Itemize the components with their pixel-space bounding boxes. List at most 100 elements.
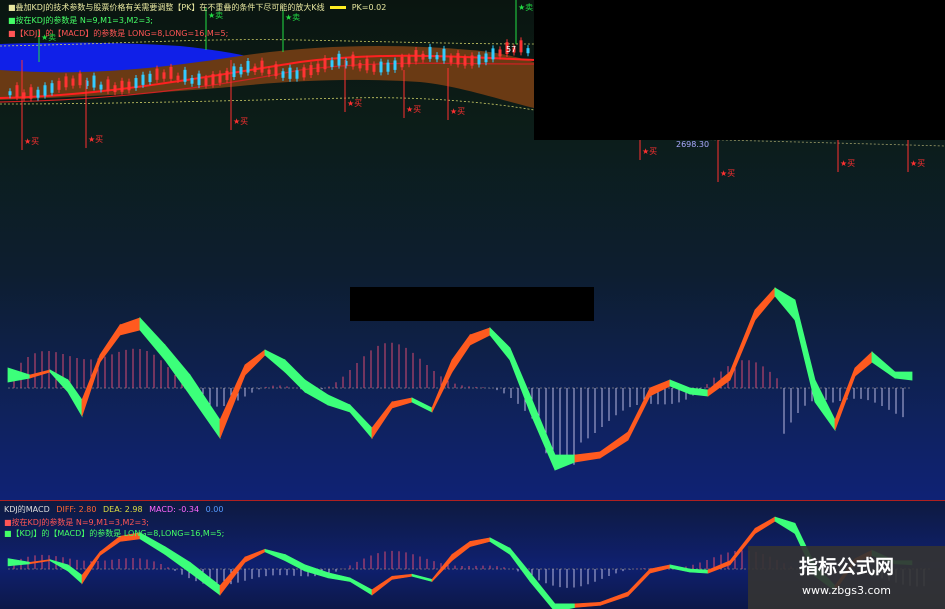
lower-legend-line-2: ■【KDJ】的【MACD】的参数是 LONG=8,LONG=16,M=5; [4, 529, 225, 538]
ribbon-segment [599, 591, 629, 606]
candle [386, 62, 390, 72]
candle [176, 75, 180, 80]
ribbon-segment [649, 564, 671, 574]
candle [78, 73, 82, 86]
candle [99, 84, 103, 90]
candle [106, 79, 110, 92]
candle [526, 48, 530, 54]
ribbon-segment [327, 394, 351, 413]
candle [281, 71, 285, 78]
candle [428, 46, 432, 59]
ribbon-segment [529, 394, 556, 471]
candle [225, 70, 229, 81]
candle [204, 77, 208, 86]
ribbon-segment [754, 286, 776, 322]
macd-value: MACD: -0.34 [149, 505, 200, 514]
buy-signal-label: ★买 [347, 99, 363, 108]
ribbon-segment [649, 379, 671, 397]
ribbon-segment [627, 568, 651, 597]
ribbon-segment [669, 379, 691, 395]
candle [260, 60, 264, 73]
buy-signal-label: ★买 [24, 137, 40, 146]
candle [141, 74, 145, 85]
ribbon-segment [67, 378, 83, 418]
ribbon-segment [894, 371, 913, 381]
lower-legend-line-1: ■按在KDJ的参数是 N=9,M1=3,M2=3; [4, 518, 149, 527]
ribbon-segment [139, 316, 166, 362]
ribbon-segment [119, 317, 141, 336]
diff-value: DIFF: 2.80 [56, 505, 97, 514]
blank-region [350, 287, 594, 321]
indicator-header: KDJ的MACD DIFF: 2.80 DEA: 2.98 MACD: -0.3… [4, 504, 223, 515]
ribbon-segment [244, 548, 266, 563]
legend-line-2: ■按在KDJ的参数是 N=9,M1=3,M2=3; [8, 16, 153, 25]
dea-value: DEA: 2.98 [103, 505, 143, 514]
legend-line-1: ■叠加KDJ的技术参数与股票价格有关需要调整【PK】在不重叠的条件下尽可能的放大… [8, 2, 386, 13]
candle [498, 49, 502, 57]
candle [155, 68, 159, 80]
candle [267, 69, 271, 75]
indicator-name: KDJ的MACD [4, 505, 50, 514]
candle [337, 53, 341, 66]
ribbon-segment [489, 327, 511, 362]
pk-label: PK=0.02 [351, 3, 387, 12]
watermark-title: 指标公式网 [798, 556, 894, 578]
candle [29, 87, 33, 99]
candle [323, 58, 327, 70]
zero-value: 0.00 [205, 505, 224, 514]
ribbon-segment [451, 540, 471, 562]
ribbon-segment [29, 559, 51, 565]
candle [113, 85, 117, 93]
candle [43, 85, 47, 96]
candle [330, 60, 334, 67]
ribbon-segment [707, 560, 731, 574]
ribbon-segment [469, 537, 491, 548]
ribbon-segment [774, 287, 796, 322]
ribbon-segment [327, 572, 351, 582]
price-level-label: 2698.30 [676, 140, 710, 149]
legend-text: ■叠加KDJ的技术参数与股票价格有关需要调整【PK】在不重叠的条件下尽可能的放大… [8, 3, 325, 12]
candle [190, 77, 194, 84]
ribbon-segment [411, 573, 433, 582]
ribbon-segment [689, 568, 709, 574]
candle [127, 81, 131, 91]
candle [351, 54, 355, 67]
watermark-url: www.zbgs3.com [802, 584, 891, 597]
candle [442, 48, 446, 61]
ribbon-segment [371, 575, 393, 596]
ribbon-segment [574, 601, 601, 608]
candle [134, 78, 138, 88]
chart-window: ■叠加KDJ的技术参数与股票价格有关需要调整【PK】在不重叠的条件下尽可能的放大… [0, 0, 945, 609]
candle [148, 73, 152, 83]
candle [183, 69, 187, 82]
buy-signal-label: ★买 [720, 169, 736, 178]
candle [22, 92, 26, 99]
ribbon-segment [304, 379, 329, 406]
pk-swatch [330, 6, 347, 9]
buy-signal-label: ★买 [88, 135, 104, 144]
candle [400, 56, 404, 68]
candle [8, 91, 12, 96]
ribbon-segment [371, 400, 393, 440]
candle [484, 53, 488, 63]
ribbon-segment [794, 299, 816, 403]
ribbon-segment [509, 347, 531, 413]
buy-signal-label: ★买 [642, 147, 658, 156]
ribbon-segment [349, 404, 373, 440]
sell-signal-label: ★卖 [208, 11, 224, 20]
candle [57, 80, 61, 90]
ribbon-segment [774, 516, 796, 535]
candle [316, 63, 320, 73]
ribbon-segment [99, 323, 121, 364]
buy-signal-label: ★买 [450, 107, 466, 116]
ribbon-segment [554, 454, 576, 471]
ribbon-segment [489, 537, 511, 555]
candle [253, 66, 257, 73]
ribbon-segment [67, 564, 83, 585]
candle [15, 85, 19, 98]
candle [365, 58, 369, 71]
ribbon-segment [529, 571, 556, 609]
candle [232, 66, 236, 78]
candle [477, 54, 481, 65]
ribbon-segment [451, 333, 471, 374]
